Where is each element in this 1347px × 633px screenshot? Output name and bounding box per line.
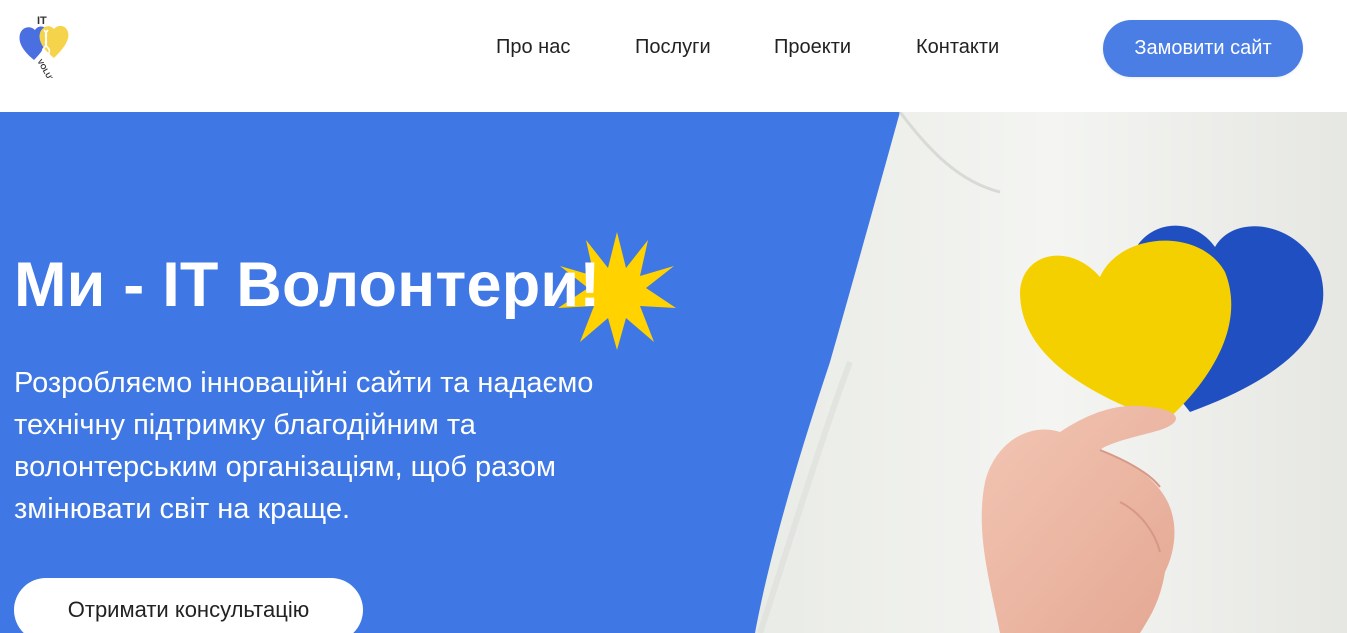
hero-description: Розробляємо інноваційні сайти та надаємо… xyxy=(14,367,594,525)
nav-item-about[interactable]: Про нас xyxy=(496,36,570,59)
logo[interactable]: IT VOLUNTEERS xyxy=(14,12,84,106)
hero-title: Ми - IT Волонтери! xyxy=(14,250,601,320)
get-consultation-button[interactable]: Отримати консультацію xyxy=(14,578,363,633)
nav-item-contacts[interactable]: Контакти xyxy=(916,36,999,59)
site-header: IT VOLUNTEERS Про нас Послуги Проекти Ко… xyxy=(0,0,1347,112)
order-site-button[interactable]: Замовити сайт xyxy=(1103,20,1303,77)
svg-text:VOLUNTEERS: VOLUNTEERS xyxy=(35,58,68,78)
nav-item-projects[interactable]: Проекти xyxy=(774,36,851,59)
heart-logo-icon: IT VOLUNTEERS xyxy=(19,15,69,106)
hero-section: Ми - IT Волонтери! Розробляємо інновацій… xyxy=(0,112,1347,633)
nav-item-services[interactable]: Послуги xyxy=(635,36,711,59)
svg-text:IT: IT xyxy=(37,15,47,27)
